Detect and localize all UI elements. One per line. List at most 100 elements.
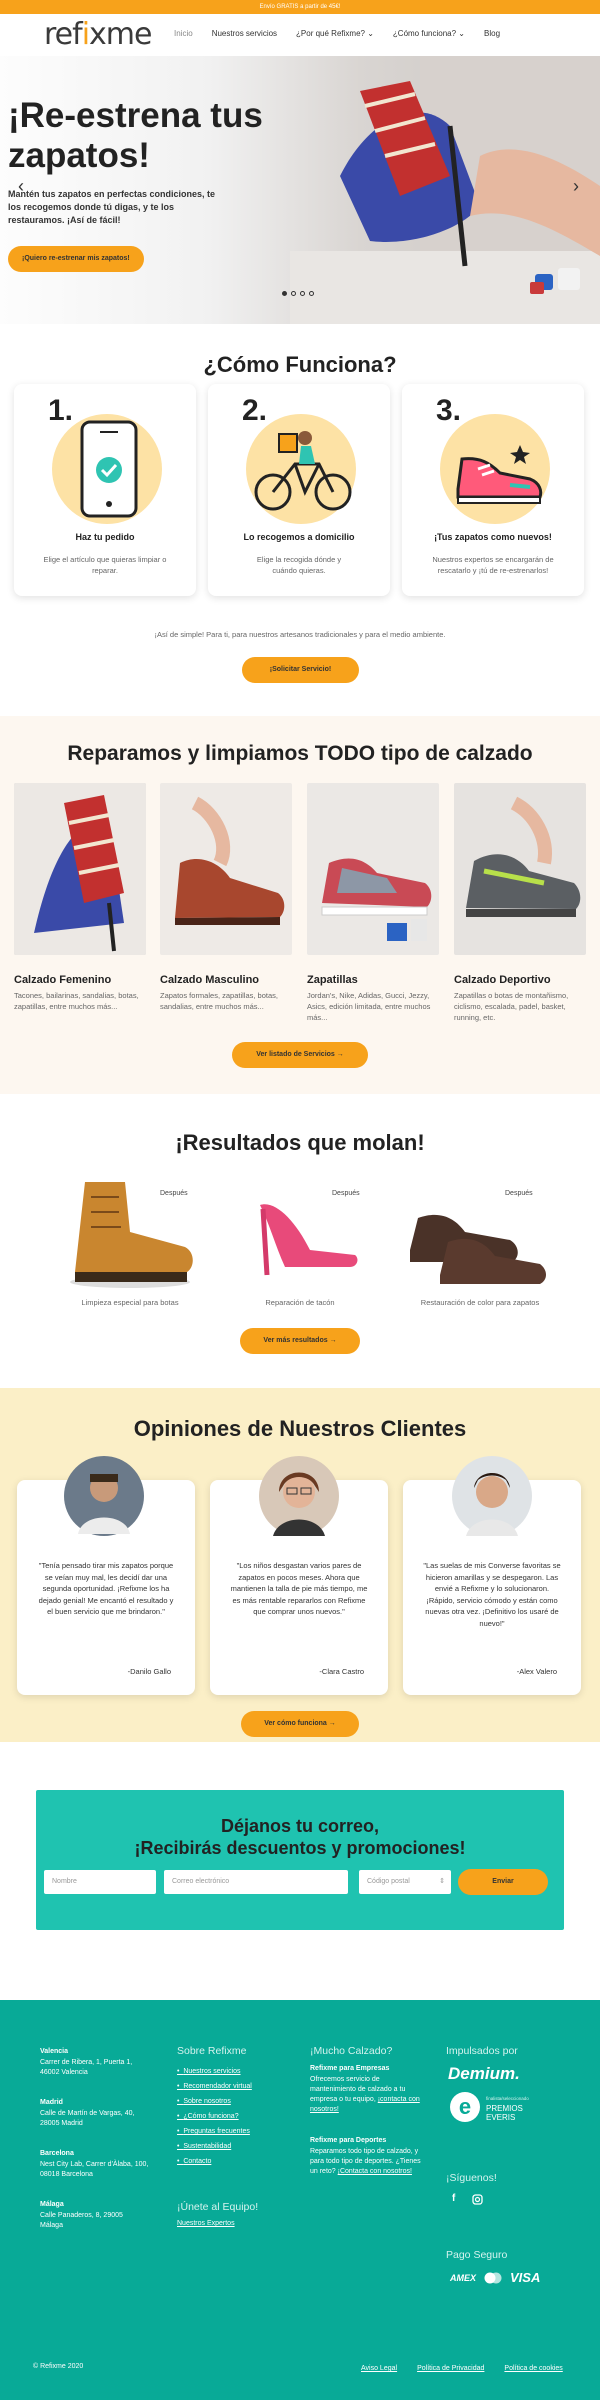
nav-item-inicio[interactable]: Inicio [174,29,193,38]
slider-next-icon[interactable]: › [573,176,579,197]
newsletter-title: Déjanos tu correo, ¡Recibirás descuentos … [0,1815,600,1859]
city-name: Málaga [40,2201,64,2208]
testimonial-quote: "Las suelas de mis Converse favoritas se… [423,1561,561,1628]
section-title-resultados: ¡Resultados que molan! [175,1130,425,1155]
footer-heading: ¡Mucho Calzado? [310,2045,393,2057]
demium-logo[interactable]: Demium. [448,2064,520,2084]
footer-link-label: Contacto [183,2158,212,2165]
city-address: Nest City Lab, Carrer d'Àlaba, 100, 0801… [40,2161,149,2178]
payment-logos: AMEX VISA [450,2270,540,2285]
newsletter-box [36,1790,564,1930]
arrow-right-icon: → [328,1720,336,1727]
footer-link[interactable]: • ¿Cómo funciona? [177,2109,252,2124]
logo-part: xme [89,17,152,52]
section-title-calzado: Reparamos y limpiamos TODO tipo de calza… [67,742,533,765]
slider-prev-icon[interactable]: ‹ [18,176,24,197]
avatar [64,1456,144,1536]
testimonial-name: -Alex Valero [516,1667,557,1676]
copyright: © Refixme 2020 [33,2363,84,2370]
enviar-button[interactable]: Enviar [458,1869,548,1895]
postal-code-field[interactable]: Código postal ⇕ [359,1870,451,1894]
name-field[interactable]: Nombre [44,1870,156,1894]
result-label: Reparación de tacón [265,1298,335,1307]
calzado-photo-zapatillas [307,783,439,955]
step-number: 2. [242,394,268,427]
ver-como-funciona-button[interactable]: Ver cómo funciona → [241,1711,359,1737]
footer-heading: Pago Seguro [446,2249,508,2261]
deportes-contact-link[interactable]: ¡Contacta con nosotros! [338,2168,412,2175]
footer-link[interactable]: • Contacto [177,2154,252,2169]
hero-title: ¡Re-estrena tus zapatos! [8,96,263,175]
slider-dot[interactable] [300,291,305,296]
postal-code-placeholder: Código postal [367,1878,410,1885]
result-heel-image [260,1204,358,1276]
footer-link[interactable]: • Recomendador virtual [177,2079,252,2094]
calzado-photo-masculino [160,783,292,955]
footer-heading: Sobre Refixme [177,2045,247,2057]
aviso-legal-link[interactable]: Aviso Legal [361,2361,397,2376]
footer-link[interactable]: • Sobre nosotros [177,2094,252,2109]
deportes-text: Reparamos todo tipo de calzado, y para t… [310,2147,422,2177]
city-name: Madrid [40,2099,63,2106]
avatar [259,1456,339,1536]
slider-dots [282,291,314,296]
calzado-desc: Tacones, bailarinas, sandalias, botas, z… [14,991,139,1011]
chevron-down-icon: ⌄ [367,29,374,38]
slider-dot[interactable] [309,291,314,296]
button-label: Ver cómo funciona [264,1720,327,1727]
empresas-title: Refixme para Empresas [310,2065,390,2072]
calzado-title: Zapatillas [307,974,358,986]
footer-link[interactable]: • Sustentabilidad [177,2139,252,2154]
ver-resultados-button[interactable]: Ver más resultados → [240,1328,360,1354]
deportes-title: Refixme para Deportes [310,2137,387,2144]
step-card: 2. Lo recogemos a domicilio Elige la rec… [208,384,390,596]
newsletter-title-line: Déjanos tu correo, [220,1816,380,1836]
sneaker-icon [456,445,543,504]
empresas-text: Ofrecemos servicio de mantenimiento de c… [310,2075,422,2115]
calzado-desc: Jordan's, Nike, Adidas, Gucci, Jezzy, As… [307,991,431,1022]
promo-bar: Envío GRATIS a partir de 45€! [0,0,600,14]
nav-menu: Inicio Nuestros servicios ¿Por qué Refix… [174,29,519,38]
instagram-icon[interactable] [472,2194,483,2205]
result-label: Restauración de color para zapatos [420,1298,540,1307]
nuestros-expertos-link[interactable]: Nuestros Expertos [177,2216,235,2231]
facebook-icon[interactable]: f [452,2193,455,2204]
result-boot-image [70,1182,193,1288]
testimonial-quote: "Los niños desgastan varios pares de zap… [230,1561,368,1616]
step-desc: Elige la recogida dónde y cuándo quieras… [256,555,342,575]
slider-dot[interactable] [291,291,296,296]
step-title: ¡Tus zapatos como nuevos! [434,532,552,542]
hero-slider: ¡Re-estrena tus zapatos! Mantén tus zapa… [0,56,600,324]
slider-dot[interactable] [282,291,287,296]
legal-links: Aviso Legal Política de Privacidad Polít… [361,2361,563,2376]
ver-servicios-button[interactable]: Ver listado de Servicios → [232,1042,368,1068]
nav-item-servicios[interactable]: Nuestros servicios [212,29,277,38]
footer-link[interactable]: • Preguntas frecuentes [177,2124,252,2139]
solicitar-servicio-button[interactable]: ¡Solicitar Servicio! [242,657,359,683]
step-card: 3. ¡Tus zapatos como nuevos! Nuestros ex… [402,384,584,596]
step-card: 1. Haz tu pedido Elige el artículo que q… [14,384,196,596]
footer-link-label: Recomendador virtual [183,2083,252,2090]
nav-item-label: ¿Cómo funciona? [392,29,457,38]
calzado-title: Calzado Femenino [14,974,112,986]
cookies-link[interactable]: Política de cookies [504,2361,562,2376]
visa-logo: VISA [510,2270,541,2285]
city-address: Calle Panaderos, 8, 29005 Málaga [40,2212,123,2229]
result-shoes-image [410,1214,546,1284]
stepper-icon: ⇕ [439,1878,445,1885]
email-field[interactable]: Correo electrónico [164,1870,348,1894]
phone-icon [80,420,138,518]
footer-link[interactable]: • Nuestros servicios [177,2064,252,2079]
hero-text: Mantén tus zapatos en perfectas condicio… [8,189,216,225]
footer-link-label: Sobre nosotros [183,2098,231,2105]
nav-item-como-funciona[interactable]: ¿Cómo funciona? ⌄ [393,29,465,38]
hero-cta-button[interactable]: ¡Quiero re-estrenar mis zapatos! [8,246,144,272]
everis-text: PREMIOS EVERIS [486,2104,523,2122]
nav-item-por-que[interactable]: ¿Por qué Refixme? ⌄ [296,29,374,38]
privacidad-link[interactable]: Política de Privacidad [417,2361,484,2376]
logo[interactable]: refixme [44,17,152,52]
testimonial-name: -Clara Castro [319,1667,364,1676]
arrow-right-icon: → [336,1051,344,1058]
amex-logo: AMEX [450,2272,477,2283]
nav-item-blog[interactable]: Blog [484,29,500,38]
